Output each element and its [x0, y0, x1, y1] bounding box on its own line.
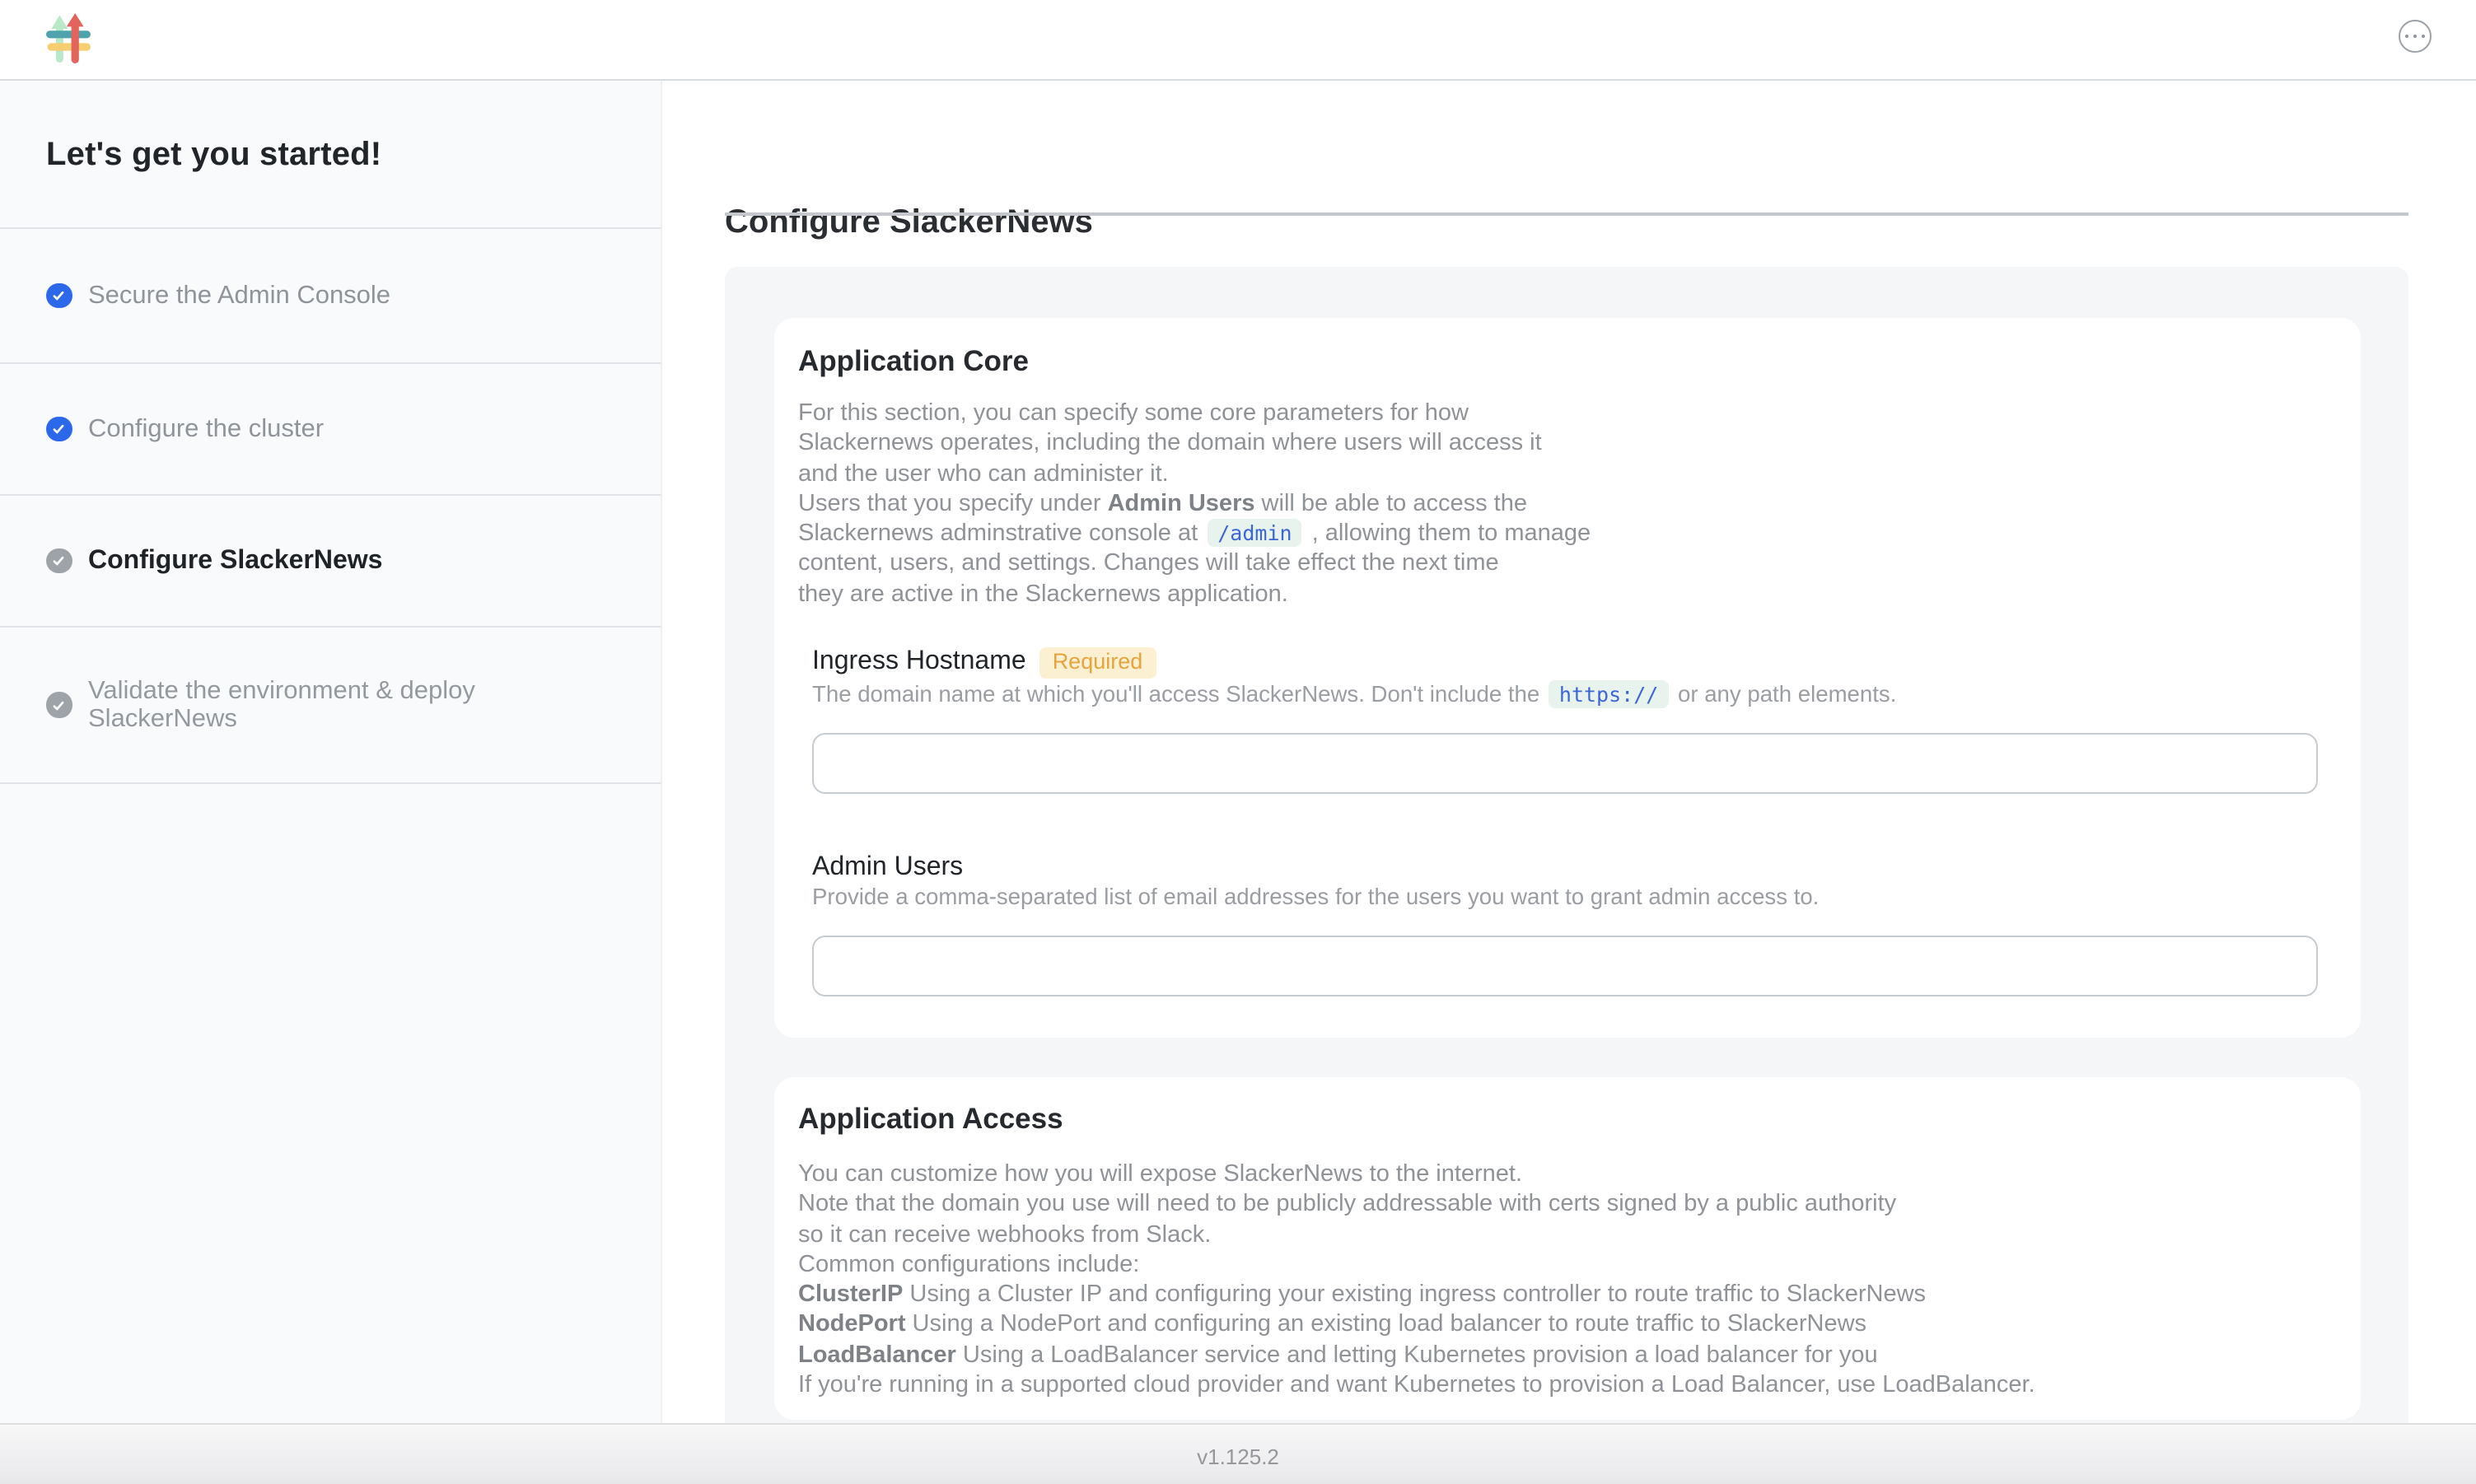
application-access-card: Application Access You can customize how…	[774, 1077, 2361, 1420]
check-circle-icon	[46, 417, 72, 442]
top-navbar	[0, 0, 2476, 81]
logo-red-arrow	[67, 13, 84, 63]
ingress-hostname-label: Ingress Hostname Required	[812, 646, 1156, 679]
sidebar-heading: Let's get you started!	[0, 81, 661, 229]
check-circle-icon	[46, 693, 72, 718]
admin-users-help: Provide a comma-separated list of email …	[812, 883, 1819, 912]
step-label: Validate the environment & deploy Slacke…	[88, 677, 523, 733]
required-badge: Required	[1039, 646, 1156, 678]
logo-mint-arrow	[51, 15, 68, 63]
sidebar-step-secure-admin-console[interactable]: Secure the Admin Console	[0, 229, 661, 364]
title-divider	[725, 212, 2408, 215]
slackernews-logo	[46, 13, 91, 64]
check-circle-icon	[46, 548, 72, 574]
config-panel: Application Core For this section, you c…	[725, 267, 2408, 1423]
footer-bar: v1.125.2	[0, 1423, 2476, 1484]
admin-users-label: Admin Users	[812, 852, 963, 884]
step-label: Configure the cluster	[88, 415, 324, 443]
section-title: Application Access	[798, 1102, 1063, 1136]
admin-users-input[interactable]	[812, 936, 2318, 996]
logo-teal-bar	[46, 30, 91, 38]
ellipsis-icon	[2404, 34, 2408, 38]
ingress-hostname-input[interactable]	[812, 733, 2318, 794]
page: Let's get you started! Secure the Admin …	[0, 0, 2476, 1484]
sidebar-step-validate-deploy[interactable]: Validate the environment & deploy Slacke…	[0, 628, 661, 784]
sidebar-step-configure-slackernews[interactable]: Configure SlackerNews	[0, 496, 661, 628]
section-title: Application Core	[798, 344, 1029, 379]
application-core-card: Application Core For this section, you c…	[774, 318, 2361, 1038]
check-circle-icon	[46, 283, 72, 309]
section-description: For this section, you can specify some c…	[798, 399, 1591, 609]
page-title: Configure SlackerNews	[725, 204, 1093, 242]
section-description: You can customize how you will expose Sl…	[798, 1160, 2035, 1401]
main-content: Configure SlackerNews Application Core F…	[662, 81, 2476, 1423]
sidebar-step-configure-cluster[interactable]: Configure the cluster	[0, 364, 661, 496]
step-label: Secure the Admin Console	[88, 282, 390, 310]
overflow-menu-button[interactable]	[2399, 20, 2432, 53]
ingress-hostname-help: The domain name at which you'll access S…	[812, 680, 1896, 710]
setup-steps-sidebar: Let's get you started! Secure the Admin …	[0, 81, 662, 1423]
logo-yellow-bar	[48, 43, 91, 50]
app-version: v1.125.2	[1197, 1440, 1279, 1469]
step-label: Configure SlackerNews	[88, 547, 382, 575]
